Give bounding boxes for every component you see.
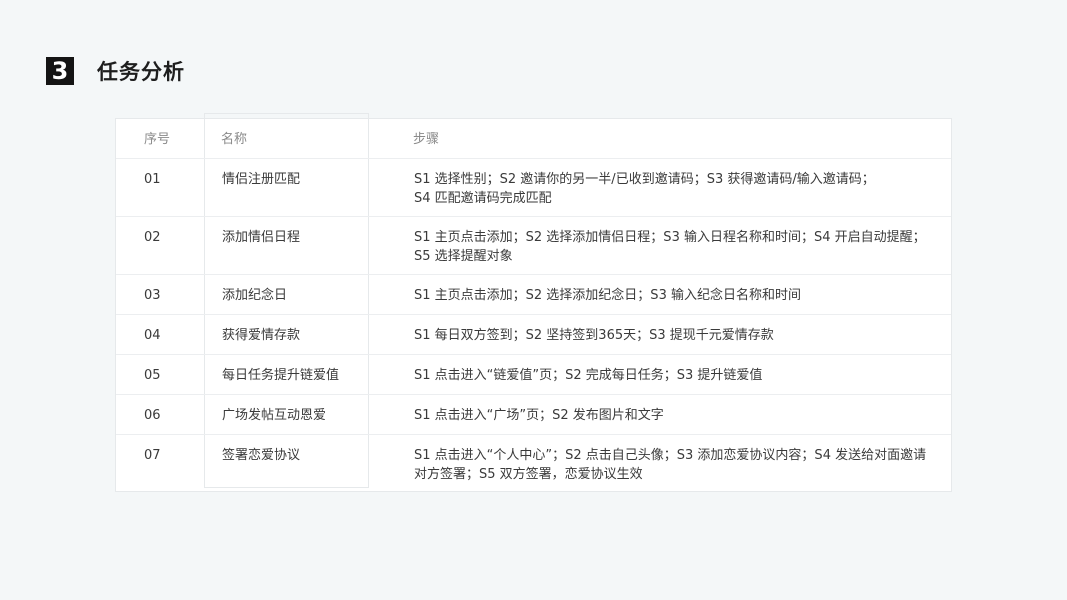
header-seq: 序号: [144, 132, 171, 147]
row-steps-line: S1 主页点击添加；S2 选择添加情侣日程；S3 输入日程名称和时间；S4 开启…: [414, 230, 926, 245]
row-steps: S1 每日双方签到；S2 坚持签到365天；S3 提现千元爱情存款: [414, 326, 940, 345]
table-header-row: 序号 名称 步骤: [116, 119, 951, 159]
row-name: 添加情侣日程: [222, 230, 301, 245]
table-row: 01 情侣注册匹配 S1 选择性别；S2 邀请你的另一半/已收到邀请码；S3 获…: [116, 159, 951, 217]
row-name: 广场发帖互动恩爱: [222, 408, 327, 423]
row-steps: S1 点击进入“个人中心”；S2 点击自己头像；S3 添加恋爱协议内容；S4 发…: [414, 446, 940, 484]
table-row: 04 获得爱情存款 S1 每日双方签到；S2 坚持签到365天；S3 提现千元爱…: [116, 315, 951, 355]
header-name: 名称: [221, 132, 248, 147]
section-number-badge: 3: [46, 57, 74, 85]
row-steps-line: S1 点击进入“广场”页；S2 发布图片和文字: [414, 408, 664, 423]
table-row: 06 广场发帖互动恩爱 S1 点击进入“广场”页；S2 发布图片和文字: [116, 395, 951, 435]
row-steps-line: S1 每日双方签到；S2 坚持签到365天；S3 提现千元爱情存款: [414, 328, 774, 343]
row-seq: 01: [144, 172, 161, 187]
header-steps: 步骤: [413, 132, 440, 147]
row-steps-line: S1 点击进入“个人中心”；S2 点击自己头像；S3 添加恋爱协议内容；S4 发…: [414, 448, 927, 463]
row-steps-line: 对方签署；S5 双方签署，恋爱协议生效: [414, 467, 643, 482]
row-seq: 04: [144, 328, 161, 343]
row-seq: 05: [144, 368, 161, 383]
row-name: 签署恋爱协议: [222, 448, 301, 463]
table-row: 03 添加纪念日 S1 主页点击添加；S2 选择添加纪念日；S3 输入纪念日名称…: [116, 275, 951, 315]
row-seq: 03: [144, 288, 161, 303]
row-steps: S1 主页点击添加；S2 选择添加情侣日程；S3 输入日程名称和时间；S4 开启…: [414, 228, 940, 266]
table-row: 07 签署恋爱协议 S1 点击进入“个人中心”；S2 点击自己头像；S3 添加恋…: [116, 435, 951, 491]
row-steps-line: S1 主页点击添加；S2 选择添加纪念日；S3 输入纪念日名称和时间: [414, 288, 801, 303]
row-steps: S1 主页点击添加；S2 选择添加纪念日；S3 输入纪念日名称和时间: [414, 286, 940, 305]
row-name: 添加纪念日: [222, 288, 288, 303]
section-header: 3 任务分析: [46, 57, 185, 85]
row-steps: S1 点击进入“链爱值”页；S2 完成每日任务；S3 提升链爱值: [414, 366, 940, 385]
row-steps: S1 选择性别；S2 邀请你的另一半/已收到邀请码；S3 获得邀请码/输入邀请码…: [414, 170, 940, 208]
row-steps-line: S4 匹配邀请码完成匹配: [414, 191, 552, 206]
task-analysis-table: 序号 名称 步骤 01 情侣注册匹配 S1 选择性别；S2 邀请你的另一半/已收…: [115, 113, 952, 492]
row-steps: S1 点击进入“广场”页；S2 发布图片和文字: [414, 406, 940, 425]
table-row: 05 每日任务提升链爱值 S1 点击进入“链爱值”页；S2 完成每日任务；S3 …: [116, 355, 951, 395]
table-row: 02 添加情侣日程 S1 主页点击添加；S2 选择添加情侣日程；S3 输入日程名…: [116, 217, 951, 275]
row-name: 获得爱情存款: [222, 328, 301, 343]
row-name: 情侣注册匹配: [222, 172, 301, 187]
row-seq: 07: [144, 448, 161, 463]
row-steps-line: S5 选择提醒对象: [414, 249, 513, 264]
row-seq: 02: [144, 230, 161, 245]
row-steps-line: S1 点击进入“链爱值”页；S2 完成每日任务；S3 提升链爱值: [414, 368, 763, 383]
row-seq: 06: [144, 408, 161, 423]
row-steps-line: S1 选择性别；S2 邀请你的另一半/已收到邀请码；S3 获得邀请码/输入邀请码…: [414, 172, 875, 187]
row-name: 每日任务提升链爱值: [222, 368, 340, 383]
section-title: 任务分析: [97, 60, 185, 84]
